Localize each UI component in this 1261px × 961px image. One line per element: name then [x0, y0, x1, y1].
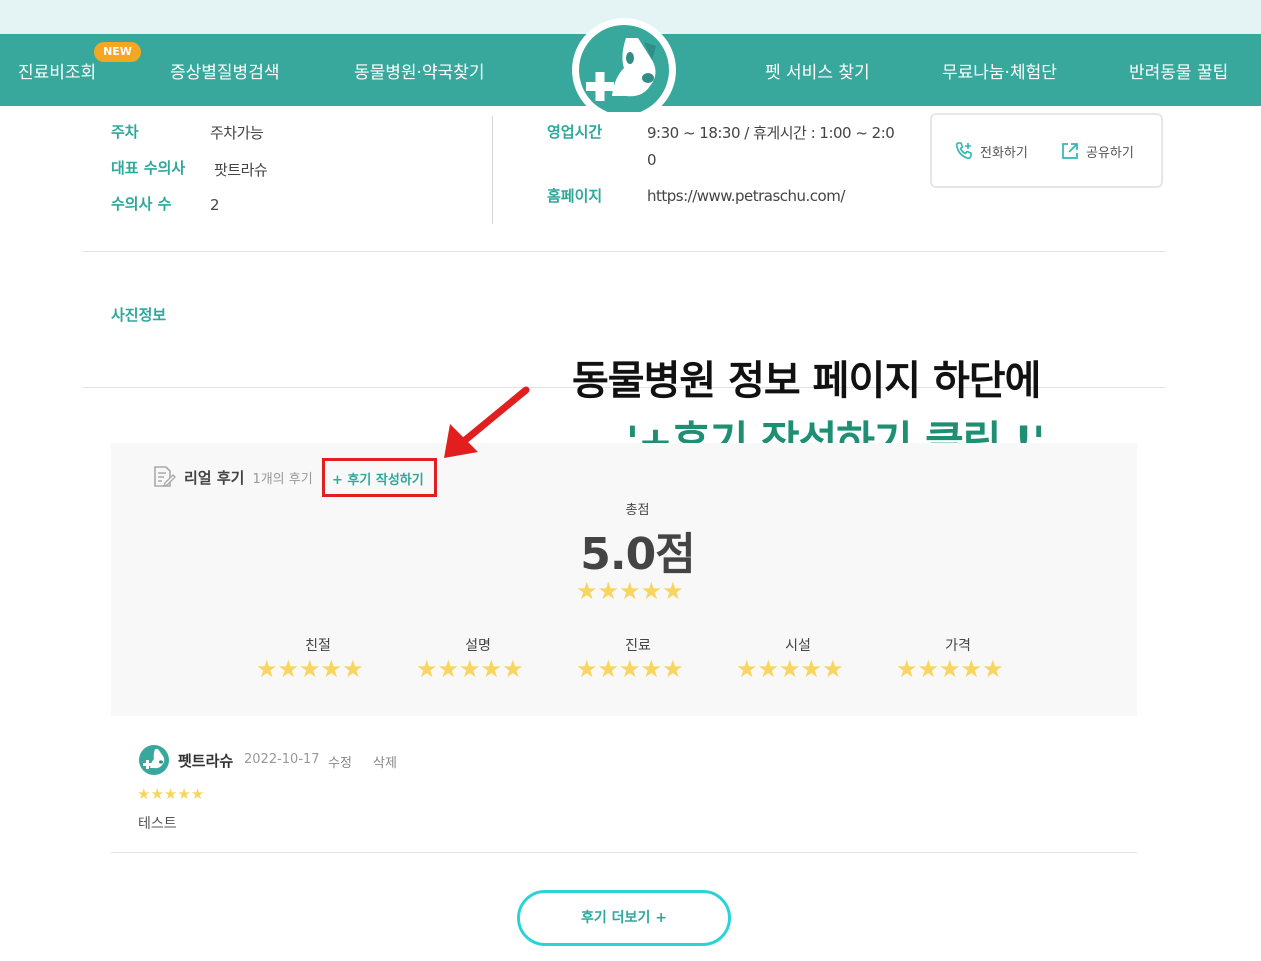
parking-value: 주차가능: [210, 124, 264, 142]
star-icon: ★: [150, 785, 164, 803]
star-icon: ★: [163, 785, 178, 803]
star-icon: ★: [597, 655, 620, 683]
category-explanation: 설명: [465, 638, 491, 654]
star-icon: ★: [190, 785, 205, 803]
total-score: 5.0점: [580, 529, 695, 580]
photo-section-title: 사진정보: [111, 306, 167, 324]
share-icon: [1062, 143, 1078, 159]
star-icon: ★: [137, 785, 151, 803]
star-icon: ★: [576, 655, 598, 683]
star-icon: ★: [757, 655, 780, 683]
total-stars: ★ ★ ★ ★ ★: [576, 577, 684, 605]
total-label: 총점: [625, 503, 650, 518]
star-icon: ★: [779, 655, 801, 683]
logo-icon[interactable]: [568, 16, 680, 112]
star-icon: ★: [342, 655, 364, 683]
call-button[interactable]: 전화하기: [954, 141, 1028, 161]
parking-label: 주차: [111, 123, 139, 141]
stars-kindness: ★ ★ ★ ★ ★: [256, 655, 364, 683]
more-reviews-button[interactable]: 후기 더보기 +: [517, 890, 731, 946]
star-icon: ★: [177, 785, 191, 803]
star-icon: ★: [960, 655, 983, 683]
hours-value: 9:30 ~ 18:30 / 휴게시간 : 1:00 ~ 2:0: [647, 124, 895, 142]
star-icon: ★: [320, 655, 343, 683]
avatar: [139, 745, 169, 775]
vet-label: 대표 수의사: [111, 159, 186, 177]
call-label: 전화하기: [980, 145, 1028, 161]
star-icon: ★: [416, 655, 438, 683]
star-icon: ★: [640, 655, 663, 683]
review-header: 리얼 후기 1개의 후기: [152, 465, 313, 489]
vet-value: 팟트라슈: [214, 161, 268, 179]
vetcount-value: 2: [210, 196, 220, 214]
section-divider-1: [83, 251, 1165, 252]
star-icon: ★: [800, 655, 823, 683]
star-icon: ★: [982, 655, 1004, 683]
nav-item-pet-tips[interactable]: 반려동물 꿀팁: [1129, 58, 1228, 83]
review-date: 2022-10-17: [244, 752, 320, 767]
stars-treatment: ★ ★ ★ ★ ★: [576, 655, 684, 683]
nav-item-hospital-search[interactable]: 동물병원·약국찾기: [354, 58, 485, 83]
review-title: 리얼 후기: [184, 468, 245, 487]
nav-item-pet-service[interactable]: 펫 서비스 찾기: [765, 58, 870, 83]
info-divider: [492, 116, 493, 224]
nav-item-price-lookup[interactable]: 진료비조회: [18, 58, 96, 83]
action-box: 전화하기 공유하기: [930, 113, 1163, 188]
star-icon: ★: [576, 577, 598, 605]
star-icon: ★: [256, 655, 278, 683]
write-review-link[interactable]: + 후기 작성하기: [332, 469, 424, 488]
review-stars: ★ ★ ★ ★ ★: [137, 785, 204, 803]
star-icon: ★: [917, 655, 940, 683]
delete-review-button[interactable]: 삭제: [373, 752, 397, 771]
red-arrow-icon: [444, 386, 530, 458]
star-icon: ★: [480, 655, 503, 683]
stars-price: ★ ★ ★ ★ ★: [896, 655, 1004, 683]
edit-review-button[interactable]: 수정: [328, 752, 352, 771]
stars-explanation: ★ ★ ★ ★ ★: [416, 655, 524, 683]
star-icon: ★: [502, 655, 524, 683]
star-icon: ★: [459, 655, 481, 683]
category-price: 가격: [945, 638, 971, 654]
star-icon: ★: [640, 577, 663, 605]
star-icon: ★: [619, 577, 641, 605]
star-icon: ★: [736, 655, 758, 683]
nav-item-free-share[interactable]: 무료나눔·체험단: [942, 58, 1057, 83]
star-icon: ★: [896, 655, 918, 683]
hours-label: 영업시간: [547, 123, 603, 141]
hours-value-wrap: 0: [647, 151, 657, 169]
category-facility: 시설: [785, 638, 811, 654]
review-divider: [111, 852, 1137, 853]
homepage-link[interactable]: https://www.petraschu.com/: [647, 187, 845, 205]
star-icon: ★: [619, 655, 641, 683]
star-icon: ★: [939, 655, 961, 683]
star-icon: ★: [277, 655, 300, 683]
share-button[interactable]: 공유하기: [1060, 141, 1134, 161]
star-icon: ★: [299, 655, 321, 683]
annotation-line-1: 동물병원 정보 페이지 하단에: [572, 358, 1041, 404]
vetcount-label: 수의사 수: [111, 195, 172, 213]
review-count: 1개의 후기: [252, 471, 313, 487]
nav-item-symptom-search[interactable]: 증상별질병검색: [170, 58, 279, 83]
stars-facility: ★ ★ ★ ★ ★: [736, 655, 844, 683]
page: 진료비조회 NEW 증상별질병검색 동물병원·약국찾기 펫 서비스 찾기 무료나…: [0, 0, 1261, 961]
new-badge: NEW: [94, 42, 141, 62]
share-label: 공유하기: [1086, 145, 1134, 161]
category-kindness: 친절: [305, 638, 331, 654]
category-treatment: 진료: [625, 638, 651, 654]
review-note-icon: [154, 466, 176, 488]
homepage-label: 홈페이지: [547, 187, 603, 205]
star-icon: ★: [437, 655, 460, 683]
star-icon: ★: [662, 577, 684, 605]
reviewer-name: 펫트라슈: [178, 752, 234, 770]
phone-icon: [955, 142, 972, 160]
star-icon: ★: [597, 577, 620, 605]
star-icon: ★: [822, 655, 844, 683]
star-icon: ★: [662, 655, 684, 683]
review-text: 테스트: [138, 816, 177, 832]
